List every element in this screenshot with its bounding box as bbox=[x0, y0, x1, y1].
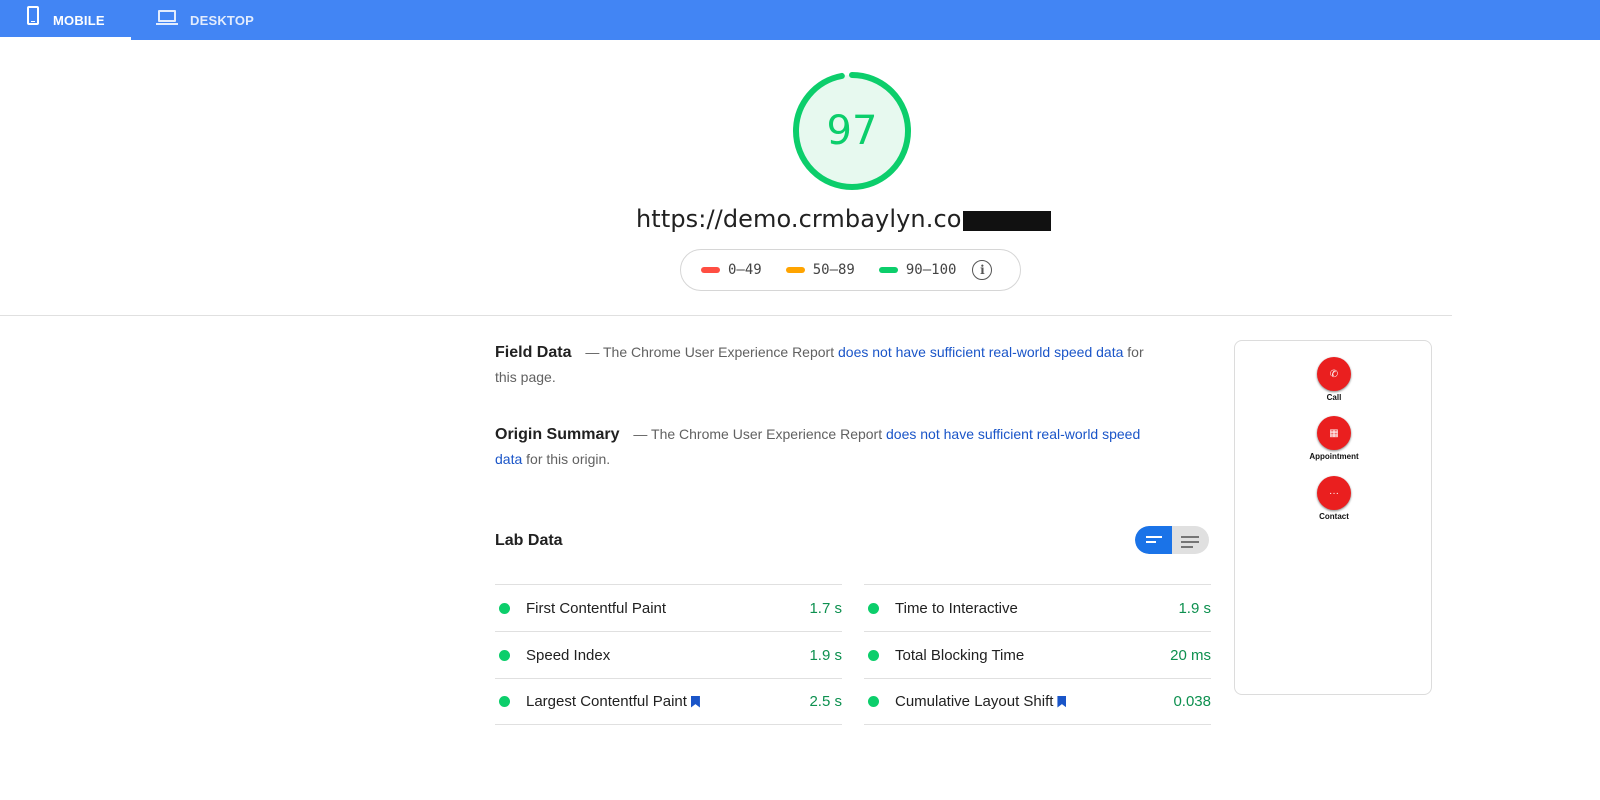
page-screenshot-preview: ✆ Call ▦ Appointment ··· Contact bbox=[1234, 340, 1432, 695]
metrics-column-left: First Contentful Paint 1.7 s Speed Index… bbox=[495, 584, 842, 725]
tab-desktop-label: DESKTOP bbox=[190, 12, 255, 28]
lab-data-title: Lab Data bbox=[495, 532, 563, 549]
metric-row: First Contentful Paint 1.7 s bbox=[495, 584, 842, 631]
metric-row: Speed Index 1.9 s bbox=[495, 631, 842, 678]
field-data-text: The Chrome User Experience Report bbox=[603, 344, 835, 360]
metric-row: Largest Contentful Paint 2.5 s bbox=[495, 678, 842, 725]
bookmark-icon bbox=[690, 695, 700, 708]
metric-row: Time to Interactive 1.9 s bbox=[864, 584, 1211, 631]
call-fab: ✆ Call bbox=[1235, 357, 1433, 402]
metric-label: Cumulative Layout Shift bbox=[895, 693, 1173, 710]
metric-row: Cumulative Layout Shift 0.038 bbox=[864, 678, 1211, 725]
metric-label: First Contentful Paint bbox=[526, 599, 667, 617]
metric-value: 2.5 s bbox=[809, 693, 842, 710]
legend-item-fail: 0–49 bbox=[701, 262, 762, 278]
laptop-icon bbox=[156, 10, 178, 25]
legend-range: 90–100 bbox=[905, 262, 957, 278]
contact-fab: ··· Contact bbox=[1235, 476, 1433, 521]
pass-dot-icon bbox=[868, 649, 879, 661]
metrics-column-right: Time to Interactive 1.9 s Total Blocking… bbox=[864, 584, 1211, 725]
pass-dot-icon bbox=[868, 602, 879, 614]
metric-value: 1.9 s bbox=[809, 646, 842, 664]
device-tab-bar: MOBILE DESKTOP bbox=[0, 0, 1600, 40]
origin-summary-title: Origin Summary bbox=[495, 426, 620, 443]
legend-swatch-orange bbox=[785, 267, 805, 273]
legend-swatch-red bbox=[701, 267, 720, 273]
compact-view-button[interactable] bbox=[1135, 526, 1172, 554]
call-label: Call bbox=[1326, 393, 1342, 402]
more-icon: ··· bbox=[1317, 476, 1351, 510]
pass-dot-icon bbox=[499, 649, 510, 661]
origin-summary-text: The Chrome User Experience Report bbox=[651, 426, 883, 442]
appointment-label: Appointment bbox=[1309, 452, 1359, 461]
legend-swatch-green bbox=[878, 267, 898, 273]
tab-desktop[interactable]: DESKTOP bbox=[131, 0, 261, 40]
field-data-section: Field Data — The Chrome User Experience … bbox=[495, 340, 1145, 390]
origin-summary-text-end: for this origin. bbox=[526, 451, 611, 467]
phone-icon: ✆ bbox=[1317, 357, 1351, 391]
tab-mobile[interactable]: MOBILE bbox=[0, 0, 131, 40]
contact-label: Contact bbox=[1319, 512, 1349, 521]
performance-score: 97 bbox=[826, 108, 878, 154]
origin-summary-section: Origin Summary — The Chrome User Experie… bbox=[495, 422, 1145, 472]
metric-value: 0.038 bbox=[1173, 693, 1211, 710]
performance-score-gauge: 97 bbox=[792, 71, 912, 191]
tab-mobile-label: MOBILE bbox=[53, 12, 105, 28]
metric-label: Largest Contentful Paint bbox=[526, 693, 809, 710]
expanded-view-button[interactable] bbox=[1172, 526, 1209, 554]
section-divider bbox=[0, 315, 1452, 316]
expanded-list-icon bbox=[1181, 536, 1199, 551]
compact-list-icon bbox=[1146, 536, 1162, 546]
legend-range: 0–49 bbox=[728, 262, 762, 278]
bookmark-icon bbox=[1057, 695, 1067, 708]
view-toggle[interactable] bbox=[1135, 526, 1209, 554]
pass-dot-icon bbox=[499, 602, 510, 614]
phone-icon bbox=[27, 5, 39, 25]
origin-summary-dash: — bbox=[633, 426, 648, 442]
field-data-dash: — bbox=[585, 344, 600, 360]
metric-value: 20 ms bbox=[1170, 646, 1211, 664]
metric-label: Total Blocking Time bbox=[895, 646, 1025, 664]
info-icon[interactable]: i bbox=[972, 260, 993, 280]
redaction-bar bbox=[963, 211, 1051, 231]
score-legend: 0–49 50–89 90–100 i bbox=[680, 249, 1021, 291]
metric-row: Total Blocking Time 20 ms bbox=[864, 631, 1211, 678]
appointment-fab: ▦ Appointment bbox=[1235, 416, 1433, 461]
metric-label: Time to Interactive bbox=[895, 599, 1018, 617]
active-tab-indicator bbox=[0, 37, 131, 40]
pass-dot-icon bbox=[499, 696, 510, 707]
metric-value: 1.9 s bbox=[1178, 599, 1211, 617]
pass-dot-icon bbox=[868, 696, 879, 707]
legend-range: 50–89 bbox=[812, 262, 855, 278]
legend-item-average: 50–89 bbox=[785, 262, 855, 278]
field-data-link[interactable]: does not have sufficient real-world spee… bbox=[838, 344, 1123, 360]
calendar-icon: ▦ bbox=[1317, 416, 1351, 450]
metric-value: 1.7 s bbox=[809, 599, 842, 617]
metric-label: Speed Index bbox=[526, 646, 611, 664]
legend-item-pass: 90–100 bbox=[878, 262, 957, 278]
field-data-title: Field Data bbox=[495, 344, 572, 361]
